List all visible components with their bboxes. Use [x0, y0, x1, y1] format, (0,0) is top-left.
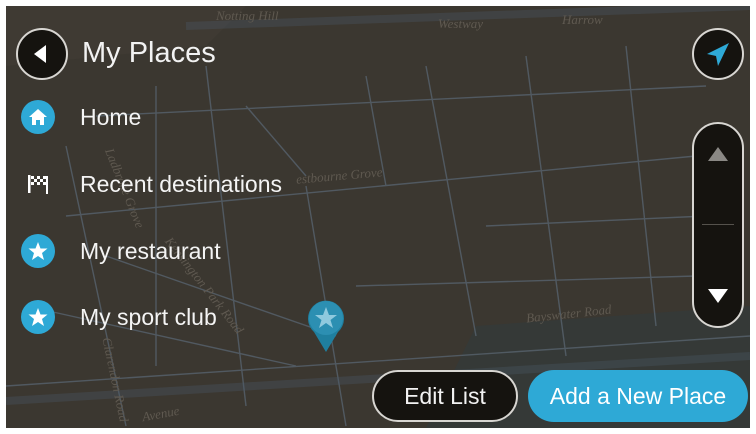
scroll-down-button[interactable] — [694, 266, 742, 326]
scroll-divider — [702, 224, 734, 225]
map-label-westway: Westway — [438, 16, 484, 31]
edit-list-button[interactable]: Edit List — [372, 370, 518, 422]
add-new-place-button[interactable]: Add a New Place — [528, 370, 748, 422]
place-item-home[interactable]: Home — [18, 92, 338, 142]
place-label: My restaurant — [80, 237, 221, 264]
navigation-arrow-icon — [707, 43, 729, 66]
back-arrow-icon — [34, 45, 46, 63]
place-item-my-sport-club[interactable]: My sport club — [18, 292, 338, 342]
current-location-button[interactable] — [692, 28, 744, 80]
navigation-screen: Notting Hill Westway Harrow estbourne Gr… — [6, 6, 750, 428]
place-label: Recent destinations — [80, 170, 283, 197]
scroll-up-icon — [708, 147, 728, 161]
scroll-bar[interactable] — [692, 122, 744, 328]
star-icon — [18, 231, 58, 271]
page-title: My Places — [82, 37, 216, 69]
back-button[interactable] — [16, 28, 68, 80]
place-item-my-restaurant[interactable]: My restaurant — [18, 226, 338, 276]
star-icon — [18, 297, 58, 337]
scroll-up-button[interactable] — [694, 124, 742, 184]
place-label: My sport club — [80, 303, 217, 330]
home-icon — [18, 97, 58, 137]
scroll-down-icon — [708, 289, 728, 303]
checkered-flag-icon — [18, 164, 58, 204]
map-label-notting-hill: Notting Hill — [216, 8, 279, 23]
place-label: Home — [80, 103, 142, 130]
place-item-recent-destinations[interactable]: Recent destinations — [18, 159, 338, 209]
map-label-harrow: Harrow — [562, 12, 603, 27]
